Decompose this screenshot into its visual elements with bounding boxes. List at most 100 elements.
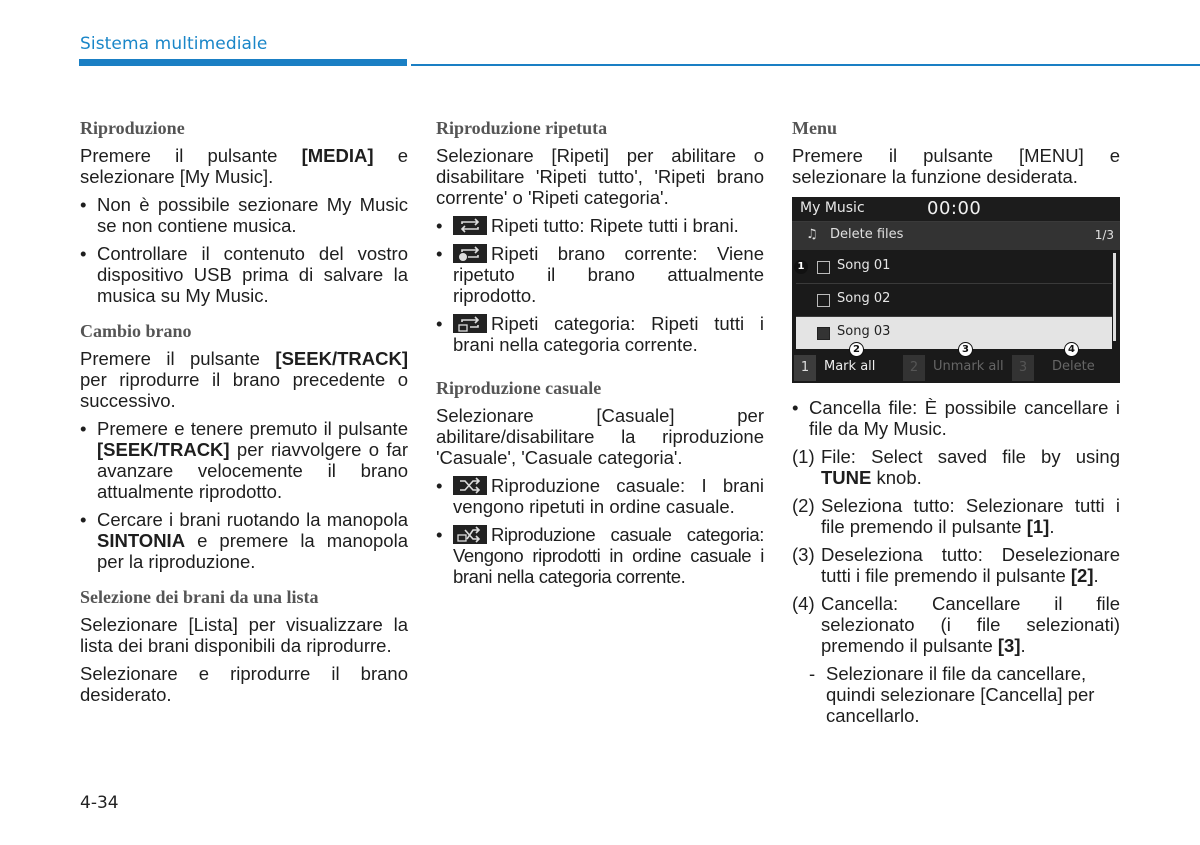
header-rule: [411, 64, 1200, 66]
section-heading: Cambio brano: [80, 321, 192, 341]
dash-mark: -: [809, 663, 816, 684]
section-title: Sistema multimediale: [80, 34, 268, 54]
delete-button[interactable]: 3 Delete: [1012, 353, 1116, 381]
paragraph: Selezionare [Casuale] per abilitare/disa…: [436, 405, 764, 468]
section-heading: Selezione dei brani da una lista: [80, 587, 319, 607]
numbered-list: (1) File: Select saved file by using TUNE…: [792, 446, 1120, 726]
section-heading: Riproduzione casuale: [436, 378, 602, 398]
repeat-one-icon: [453, 244, 487, 263]
numbered-item: (2) Seleziona tutto: Selezionare tutti i …: [792, 495, 1120, 537]
numbered-item: (3) Deseleziona tutto: Deselezionare tutt…: [792, 544, 1120, 586]
section-heading: Riproduzione ripetuta: [436, 118, 608, 138]
key-number: 3: [1012, 355, 1034, 381]
text: Seleziona tutto: Selezionare tutti i fil…: [821, 495, 1120, 537]
column-1: Riproduzione Premere il pulsante [MEDIA]…: [80, 117, 408, 719]
text: Selezionare il file da cancellare, quind…: [826, 663, 1095, 726]
item-number: (2): [792, 495, 815, 516]
text: Cercare i brani ruotando la manopola: [97, 509, 408, 530]
scrollbar[interactable]: [1113, 253, 1116, 341]
bullet-item: Riproduzione casuale: I brani vengono ri…: [436, 475, 764, 517]
text: Premere e tenere premuto il pulsante: [97, 418, 408, 439]
bold-text: [1]: [1026, 516, 1050, 537]
button-label: Mark all: [824, 359, 876, 374]
delete-files-label: Delete files: [830, 227, 904, 242]
bold-text: [SEEK/TRACK]: [275, 348, 408, 369]
bullet-list: Premere e tenere premuto il pulsante [SE…: [80, 418, 408, 572]
section-heading: Riproduzione: [80, 118, 185, 138]
bold-text: SINTONIA: [97, 530, 186, 551]
button-label: Delete: [1052, 359, 1095, 374]
bullet-item: Ripeti categoria: Ripeti tutti i brani n…: [436, 313, 764, 355]
text: knob.: [871, 467, 922, 488]
checkbox-checked[interactable]: [817, 327, 830, 340]
paragraph: Selezionare e riprodurre il brano deside…: [80, 663, 408, 705]
bold-text: [2]: [1070, 565, 1094, 586]
bullet-item: Cancella file: È possibile cancellare i …: [792, 397, 1120, 439]
section-casuale: Riproduzione casuale Selezionare [Casual…: [436, 377, 764, 587]
unmark-all-button[interactable]: 2 Unmark all: [903, 353, 1007, 381]
section-cambio-brano: Cambio brano Premere il pulsante [SEEK/T…: [80, 320, 408, 572]
paragraph: Selezionare [Lista] per visualizzare la …: [80, 614, 408, 656]
item-number: (1): [792, 446, 815, 467]
checkbox[interactable]: [817, 294, 830, 307]
checkbox[interactable]: [817, 261, 830, 274]
text: Ripeti tutto: Ripete tutti i brani.: [491, 215, 739, 236]
paragraph: Premere il pulsante [MENU] e selezionare…: [792, 145, 1120, 187]
music-note-icon: ♫: [806, 227, 818, 242]
bullet-item: Non è possibile sezionare My Music se no…: [80, 194, 408, 236]
callout-marker: 3: [958, 342, 973, 357]
bullet-item: Ripeti brano corrente: Viene ripetuto il…: [436, 243, 764, 306]
item-number: (3): [792, 544, 815, 565]
bullet-item: Premere e tenere premuto il pulsante [SE…: [80, 418, 408, 502]
song-row[interactable]: Song 01: [796, 251, 1112, 284]
bullet-list: Non è possibile sezionare My Music se no…: [80, 194, 408, 306]
section-selezione-lista: Selezione dei brani da una lista Selezio…: [80, 586, 408, 705]
bullet-item: Controllare il contenuto del vostro disp…: [80, 243, 408, 306]
key-number: 2: [903, 355, 925, 381]
bold-text: [SEEK/TRACK]: [97, 439, 230, 460]
text: .: [1049, 516, 1055, 537]
bullet-list: Ripeti tutto: Ripete tutti i brani. Ripe…: [436, 215, 764, 355]
text: Premere il pulsante: [80, 348, 276, 369]
button-label: Unmark all: [933, 359, 1004, 374]
text: Premere il pulsante: [80, 145, 302, 166]
play-time: 00:00: [927, 198, 982, 219]
page-indicator: 1/3: [1094, 228, 1114, 242]
shuffle-icon: [453, 476, 487, 495]
text: Riproduzione casuale categoria: Vengono …: [453, 524, 764, 587]
text: Ripeti categoria: Ripeti tutti i brani n…: [453, 313, 764, 355]
header-accent-bar: [79, 59, 407, 66]
text: Riproduzione casuale: I brani vengono ri…: [453, 475, 764, 517]
mark-all-button[interactable]: 1 Mark all: [794, 353, 898, 381]
paragraph: Premere il pulsante [MEDIA] e selezionar…: [80, 145, 408, 187]
column-3: Menu Premere il pulsante [MENU] e selezi…: [792, 117, 1120, 733]
dash-item: - Selezionare il file da cancellare, quin…: [792, 663, 1120, 726]
song-row[interactable]: Song 02: [796, 284, 1112, 317]
bullet-item: Riproduzione casuale categoria: Vengono …: [436, 524, 764, 587]
paragraph: Premere il pulsante [SEEK/TRACK] per rip…: [80, 348, 408, 411]
repeat-category-icon: [453, 314, 487, 333]
button-bar: 1 Mark all 2 Unmark all 3 Delete: [792, 353, 1120, 383]
callout-marker: 1: [794, 260, 808, 274]
numbered-item: (4) Cancella: Cancellare il file selezion…: [792, 593, 1120, 656]
text: Cancella: Cancellare il file selezionato…: [821, 593, 1120, 656]
song-label: Song 03: [837, 324, 891, 339]
numbered-item: (1) File: Select saved file by using TUNE…: [792, 446, 1120, 488]
bullet-list: Riproduzione casuale: I brani vengono ri…: [436, 475, 764, 587]
text: per riprodurre il brano precedente o suc…: [80, 369, 408, 411]
bold-text: [3]: [997, 635, 1021, 656]
callout-marker: 2: [849, 342, 864, 357]
section-riproduzione: Riproduzione Premere il pulsante [MEDIA]…: [80, 117, 408, 306]
callout-marker: 4: [1064, 342, 1079, 357]
page-number: 4-34: [80, 793, 119, 813]
shuffle-category-icon: [453, 525, 487, 544]
section-heading: Menu: [792, 118, 837, 138]
text: Ripeti brano corrente: Viene ripetuto il…: [453, 243, 764, 306]
section-ripetuta: Riproduzione ripetuta Selezionare [Ripet…: [436, 117, 764, 355]
my-music-screen: My Music 00:00 ♫ Delete files 1/3 Song 0…: [792, 197, 1120, 383]
repeat-all-icon: [453, 216, 487, 235]
column-2: Riproduzione ripetuta Selezionare [Ripet…: [436, 117, 764, 601]
key-number: 1: [794, 355, 816, 381]
song-label: Song 02: [837, 291, 891, 306]
text: File: Select saved file by using: [821, 446, 1120, 467]
